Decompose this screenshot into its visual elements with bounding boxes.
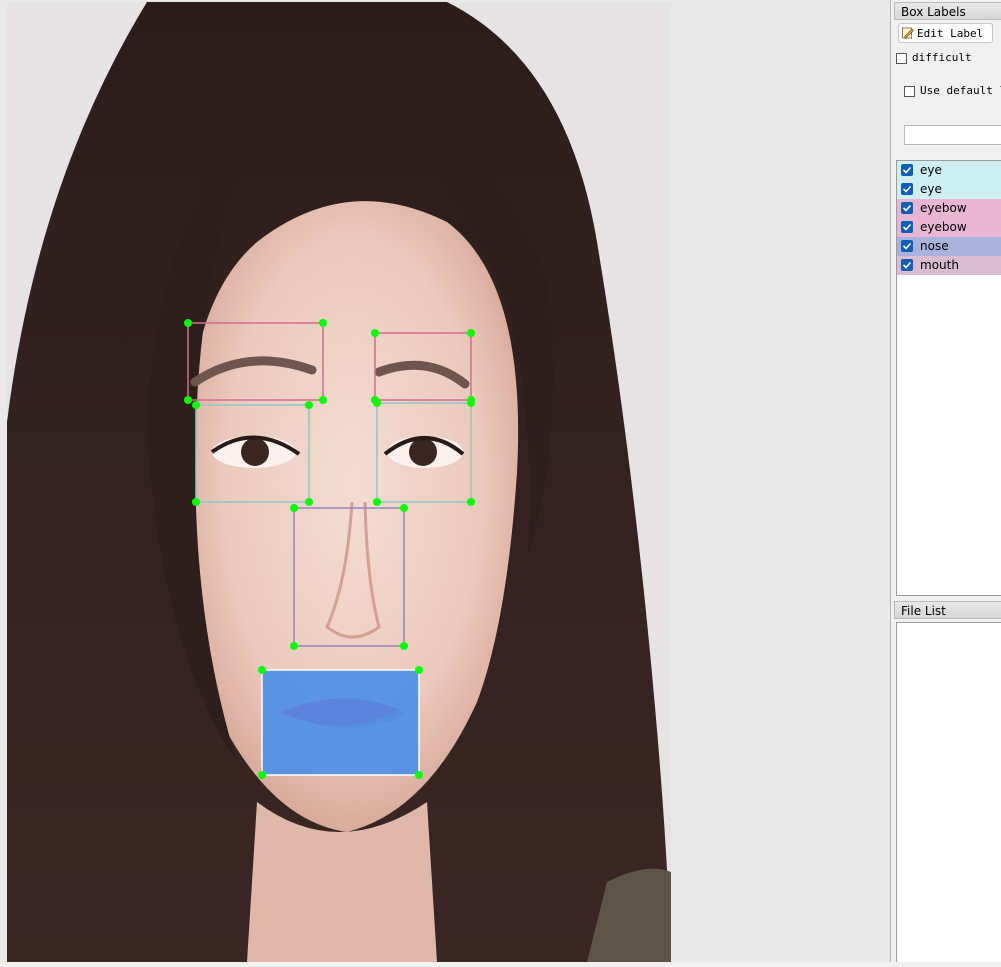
use-default-label-checkbox[interactable] (904, 85, 915, 97)
status-bar (0, 962, 1001, 967)
edit-label-button[interactable]: Edit Label (898, 23, 993, 43)
use-default-label-row[interactable]: Use default l (904, 84, 1001, 98)
label-item-text: mouth (920, 258, 959, 272)
label-list-item[interactable]: mouth (897, 256, 1001, 275)
annotation-layer[interactable] (0, 0, 890, 962)
right-dock: Box Labels Edit Label difficult Use defa… (893, 0, 1001, 967)
image-canvas[interactable] (0, 0, 891, 963)
label-checkbox[interactable] (901, 258, 913, 271)
bbox-eye-right[interactable] (376, 402, 472, 503)
label-list-item[interactable]: nose (897, 237, 1001, 256)
box-labels-title: Box Labels (894, 2, 1001, 20)
bbox-nose[interactable] (293, 507, 405, 647)
use-default-label-text: Use default l (920, 84, 1001, 97)
label-item-text: eyebow (920, 220, 967, 234)
difficult-label: difficult (912, 51, 972, 64)
label-checkbox[interactable] (901, 220, 913, 233)
default-label-input[interactable] (904, 125, 1001, 145)
bbox-eyebow-right[interactable] (374, 332, 472, 401)
edit-label-text: Edit Label (917, 27, 984, 40)
label-list[interactable]: eye eye eyebow eyebow nose mouth (896, 160, 1001, 596)
bbox-eyebow-left[interactable] (187, 322, 324, 401)
label-list-item[interactable]: eye (897, 180, 1001, 199)
label-checkbox[interactable] (901, 182, 913, 195)
file-list-title: File List (894, 601, 1001, 619)
label-checkbox[interactable] (901, 201, 913, 214)
label-list-item[interactable]: eyebow (897, 199, 1001, 218)
label-item-text: eyebow (920, 201, 967, 215)
label-item-text: eye (920, 163, 942, 177)
label-item-text: nose (920, 239, 949, 253)
label-checkbox[interactable] (901, 239, 913, 252)
bbox-eye-left[interactable] (195, 404, 310, 503)
label-list-item[interactable]: eyebow (897, 218, 1001, 237)
label-list-item[interactable]: eye (897, 161, 1001, 180)
difficult-checkbox-row[interactable]: difficult (896, 51, 972, 65)
label-item-text: eye (920, 182, 942, 196)
edit-pencil-icon (902, 27, 914, 39)
file-list[interactable] (896, 622, 1001, 964)
difficult-checkbox[interactable] (896, 52, 907, 64)
label-checkbox[interactable] (901, 163, 913, 176)
